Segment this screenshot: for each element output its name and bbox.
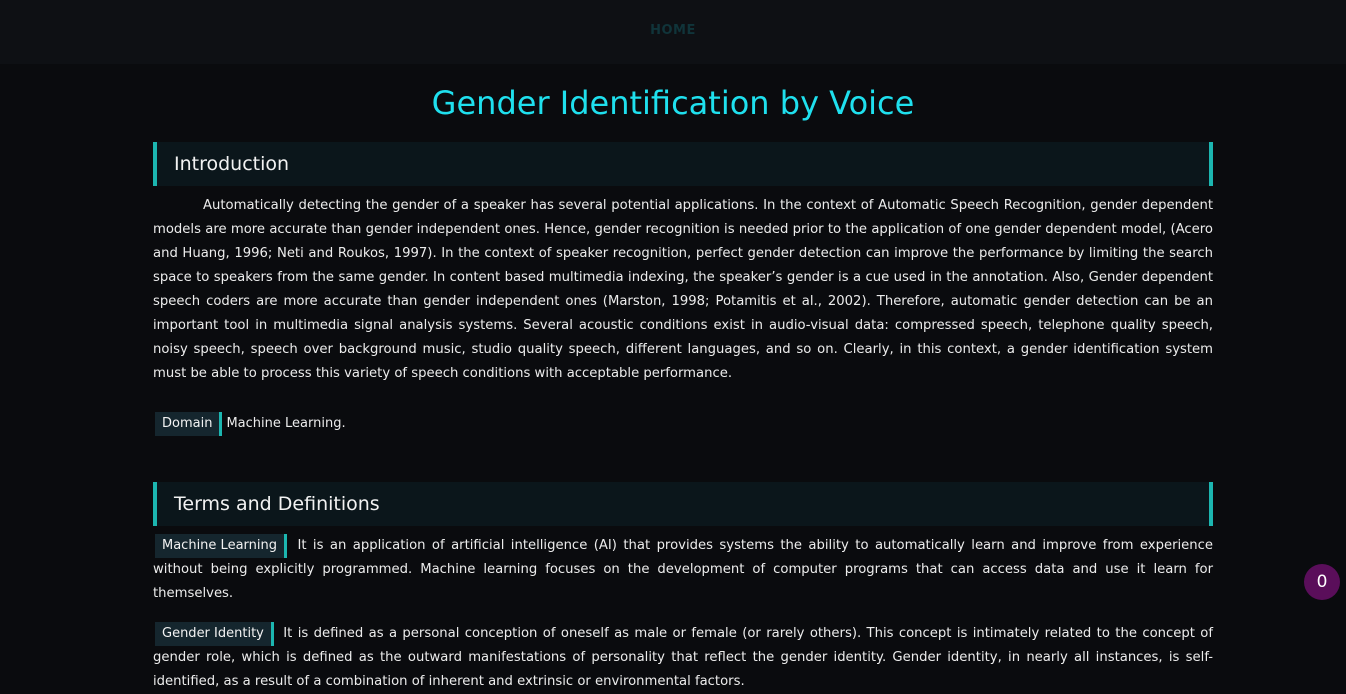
main-content: Introduction Automatically detecting the… bbox=[153, 142, 1213, 694]
introduction-paragraph: Automatically detecting the gender of a … bbox=[153, 198, 1213, 381]
domain-tag: Domain bbox=[155, 412, 223, 436]
introduction-heading-label: Introduction bbox=[174, 153, 290, 175]
domain-value: Machine Learning. bbox=[226, 416, 346, 431]
top-navigation: HOME bbox=[0, 0, 1346, 64]
term-definition: It is defined as a personal conception o… bbox=[153, 626, 1213, 689]
page-title: Gender Identification by Voice bbox=[431, 84, 915, 122]
term-tag: Gender Identity bbox=[155, 622, 274, 646]
term-definition: It is an application of artificial intel… bbox=[153, 538, 1213, 601]
terms-heading-label: Terms and Definitions bbox=[174, 493, 380, 515]
introduction-heading: Introduction bbox=[153, 142, 1213, 186]
floating-count-badge[interactable]: 0 bbox=[1304, 564, 1340, 600]
definition-item: Machine Learning It is an application of… bbox=[153, 534, 1213, 606]
definition-item: Gender Identity It is defined as a perso… bbox=[153, 622, 1213, 694]
terms-heading: Terms and Definitions bbox=[153, 482, 1213, 526]
domain-row: Domain Machine Learning. bbox=[153, 412, 1213, 438]
term-tag: Machine Learning bbox=[155, 534, 287, 558]
nav-home-link[interactable]: HOME bbox=[650, 23, 696, 38]
